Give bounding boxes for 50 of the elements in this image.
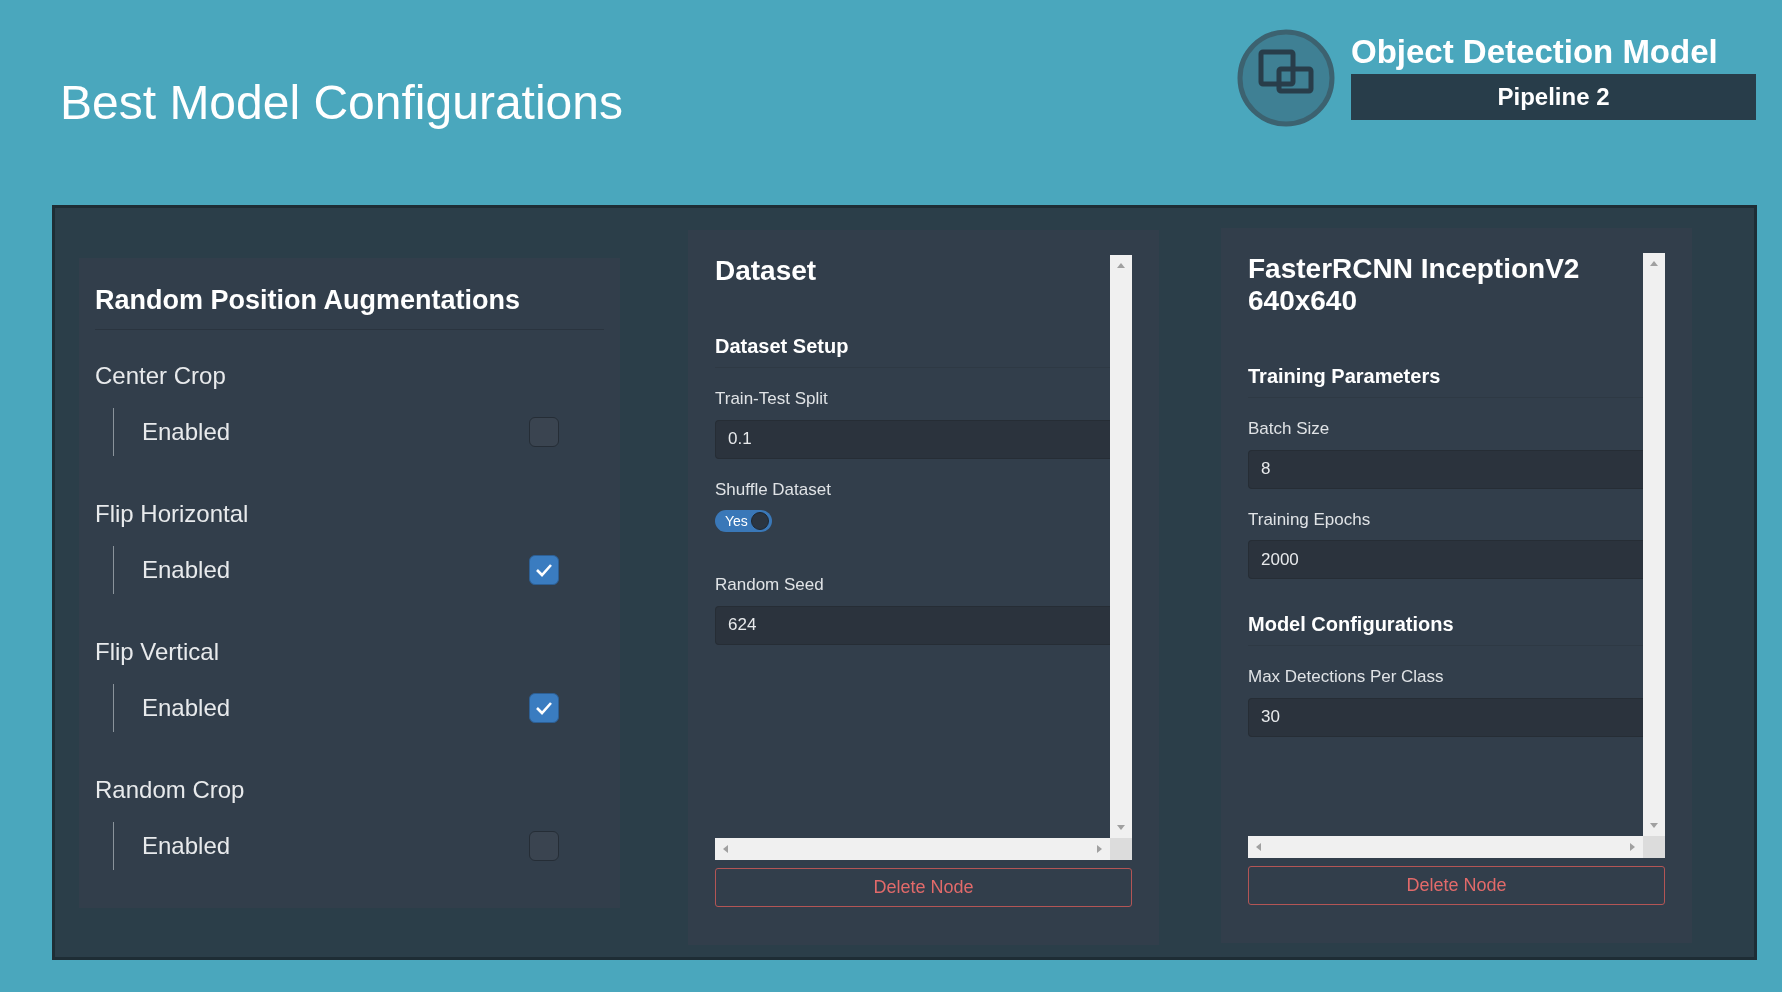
input-field[interactable]: 8	[1248, 449, 1643, 489]
horizontal-scrollbar[interactable]	[715, 838, 1110, 860]
overlapping-squares-icon	[1237, 28, 1335, 127]
scroll-left-icon[interactable]	[1254, 842, 1264, 852]
vertical-scrollbar[interactable]	[1643, 253, 1665, 836]
check-icon	[535, 562, 553, 577]
option-label: Enabled	[142, 692, 231, 723]
field-label: Batch Size	[1248, 418, 1331, 441]
checkbox[interactable]	[529, 416, 559, 447]
field-label: Shuffle Dataset	[715, 478, 832, 501]
scroll-down-icon[interactable]	[1116, 822, 1126, 832]
option-label: Enabled	[142, 416, 231, 447]
check-icon	[535, 700, 553, 715]
checkbox[interactable]	[529, 830, 559, 861]
field-label: Random Seed	[715, 574, 825, 597]
option-group-label: Flip Vertical	[95, 636, 221, 667]
scrollbar-corner	[1110, 838, 1132, 860]
page-title: Best Model Configurations	[59, 78, 623, 127]
field-label: Max Detections Per Class	[1248, 666, 1445, 689]
scroll-right-icon[interactable]	[1094, 844, 1104, 854]
node-title: FasterRCNN InceptionV2 640x640	[1248, 253, 1581, 318]
toggle-switch[interactable]: Yes	[715, 510, 772, 533]
vertical-scrollbar[interactable]	[1110, 255, 1132, 838]
option-group-label: Center Crop	[95, 360, 227, 391]
option-label: Enabled	[142, 554, 231, 585]
model-title: Object Detection Model	[1351, 35, 1719, 68]
pipeline-label: Pipeline 2	[1351, 74, 1756, 120]
input-field[interactable]: 2000	[1248, 540, 1643, 580]
option-group-label: Random Crop	[95, 774, 246, 805]
scroll-right-icon[interactable]	[1627, 842, 1637, 852]
scroll-left-icon[interactable]	[721, 844, 731, 854]
input-field[interactable]: 624	[715, 605, 1110, 645]
panel-title: Random Position Augmentations	[95, 280, 604, 330]
scrollbar-corner	[1643, 836, 1665, 858]
field-label: Training Epochs	[1248, 508, 1372, 531]
scroll-up-icon[interactable]	[1649, 259, 1659, 269]
scroll-down-icon[interactable]	[1649, 820, 1659, 830]
input-field[interactable]: 30	[1248, 697, 1643, 737]
node-title: Dataset	[715, 255, 818, 288]
scroll-up-icon[interactable]	[1116, 261, 1126, 271]
option-group-label: Flip Horizontal	[95, 498, 250, 529]
horizontal-scrollbar[interactable]	[1248, 836, 1643, 858]
section-heading: Model Configurations	[1248, 609, 1643, 647]
section-heading: Dataset Setup	[715, 331, 1110, 369]
section-heading: Training Parameters	[1248, 361, 1643, 399]
input-field[interactable]: 0.1	[715, 419, 1110, 459]
checkbox[interactable]	[529, 692, 559, 723]
checkbox[interactable]	[529, 554, 559, 585]
option-label: Enabled	[142, 830, 231, 861]
field-label: Train-Test Split	[715, 388, 829, 411]
